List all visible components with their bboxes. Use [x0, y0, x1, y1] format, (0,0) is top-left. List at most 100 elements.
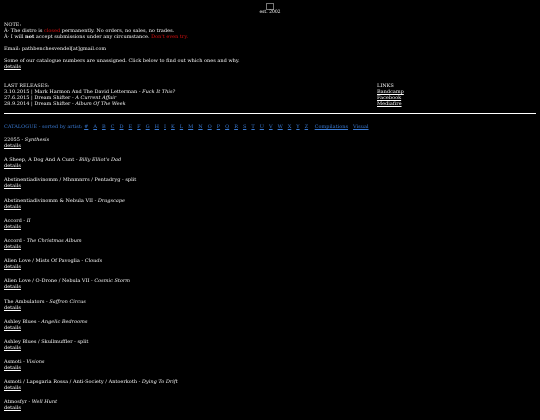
letter-links: # A B C D E F G H I K L M N O P Q R S T U V W X Y Z [84, 124, 313, 130]
entry-line: Ashley Blues / Skullmuffler - split [4, 339, 524, 345]
letter-link[interactable]: H [155, 124, 159, 130]
catalogue-entry: A Sheep, A Dog And A Cunt - Billy Elliot… [4, 157, 524, 177]
catalogue-entry: Ashley Blues - Angelic Bedrooms details [4, 319, 524, 339]
entry-details-link[interactable]: details [4, 284, 21, 290]
entry-title: Synthesis [24, 137, 50, 143]
catalogue-compilations-link[interactable]: Compilations [315, 124, 348, 130]
catalogue-entry: Abstinentiadivinomm & Nebula VII - Drags… [4, 198, 524, 218]
missing-details-link[interactable]: details [4, 64, 21, 70]
latest-item: 28.9.2014 | Dream Shifter - Album Of The… [4, 101, 364, 107]
entry-details-link[interactable]: details [4, 345, 21, 351]
letter-link[interactable]: M [188, 124, 193, 130]
extra-links: Compilations Visual [315, 124, 374, 130]
letter-link[interactable]: N [198, 124, 202, 130]
release-title: Fuck It This? [142, 89, 176, 95]
catalogue-entry: Asmoti / Lapsgaria Rossa / Anti-Society … [4, 379, 524, 399]
letter-link[interactable]: V [269, 124, 273, 130]
letter-link[interactable]: # [84, 124, 88, 130]
entry-details-link[interactable]: details [4, 244, 21, 250]
catalogue-entry: Asmoti - Visions details [4, 359, 524, 379]
catalogue-nav: CATALOGUE - sorted by artist: # A B C D E F G H I… [4, 124, 534, 130]
entry-title: Dying To Drift [141, 379, 178, 386]
latest-releases: LAST RELEASES: 3.10.2015 | Mark Harmon A… [4, 83, 364, 107]
letter-link[interactable]: U [260, 124, 264, 130]
catalogue-list: 22055 - Synthesis details A Sheep, A Dog A… [4, 137, 524, 420]
site-header: est. 2002 [0, 3, 540, 15]
release-artist: Dream Shifter - [34, 101, 76, 107]
letter-link[interactable]: A [93, 124, 97, 130]
divider [4, 113, 536, 114]
entry-details-link[interactable]: details [4, 305, 21, 311]
entry-details-link[interactable]: details [4, 224, 21, 230]
letter-link[interactable]: P [217, 124, 220, 130]
letter-link[interactable]: D [120, 124, 124, 130]
letter-link[interactable]: F [137, 124, 140, 130]
entry-line: Ashley Blues - Angelic Bedrooms [4, 319, 524, 325]
logo-image [266, 3, 274, 10]
established-text: est. 2002 [259, 10, 281, 15]
entry-title: Cosmic Storm [94, 278, 131, 285]
entry-details-link[interactable]: details [4, 385, 21, 391]
entry-line: 22055 - Synthesis [4, 137, 524, 143]
release-date: 28.9.2014 | [4, 101, 35, 107]
link-item: Mediafire [377, 101, 404, 107]
entry-details-link[interactable]: details [4, 365, 21, 371]
catalogue-entry: 22055 - Synthesis details [4, 137, 524, 157]
entry-details-link[interactable]: details [4, 405, 21, 411]
entry-artist: Abstinentiadivinomm / Mhnmnrrs / Pentadr… [4, 177, 126, 184]
entry-details-link[interactable]: details [4, 204, 21, 210]
entry-title: Saffron Circus [49, 298, 86, 305]
entry-details-link[interactable]: details [4, 264, 21, 270]
links-list: Bandcamp Facebook Mediafire [377, 89, 404, 107]
letter-link[interactable]: T [251, 124, 254, 130]
catalogue-entry: Accord - The Christmas Album details [4, 238, 524, 258]
entry-details-link[interactable]: details [4, 325, 21, 331]
entry-line: Accord - The Christmas Album [4, 238, 524, 244]
entry-title: Clouds [84, 258, 103, 265]
entry-line: A Sheep, A Dog And A Cunt - Billy Elliot… [4, 157, 524, 163]
catalogue-entry: Accord - II details [4, 218, 524, 238]
letter-link[interactable]: S [243, 124, 246, 130]
letter-link[interactable]: E [129, 124, 133, 130]
letter-link[interactable]: G [146, 124, 150, 130]
links-section: LINKS Bandcamp Facebook Mediafire [377, 83, 404, 107]
catalogue-entry: The Ambulators - Saffron Circus details [4, 299, 524, 319]
letter-link[interactable]: C [111, 124, 115, 130]
dont-try-text: Don't even try. [151, 34, 189, 40]
missing-numbers-text: Some of our catalogue numbers are unassi… [4, 58, 240, 64]
entry-title: II [26, 217, 31, 224]
entry-title: Billy Elliot's Dad [79, 157, 122, 164]
letter-link[interactable]: Q [225, 124, 229, 130]
catalogue-label: CATALOGUE - sorted by artist: [4, 124, 83, 130]
entry-artist: Asmoti / Lapsgaria Rossa / Anti-Society … [4, 379, 142, 386]
letter-link[interactable]: K [171, 124, 175, 130]
letter-link[interactable]: X [288, 124, 292, 130]
entry-line: The Ambulators - Saffron Circus [4, 299, 524, 305]
entry-title: split [77, 338, 89, 345]
link-mediafire[interactable]: Mediafire [377, 101, 402, 107]
catalogue-entry: Alien Love / O-Drone / Nebula VII - Cosm… [4, 278, 524, 298]
catalogue-visual-link[interactable]: Visual [353, 124, 369, 130]
letter-link[interactable]: B [102, 124, 106, 130]
entry-line: Abstinentiadivinomm & Nebula VII - Drags… [4, 198, 524, 204]
entry-line: Accord - II [4, 218, 524, 224]
entry-details-link[interactable]: details [4, 163, 21, 169]
entry-details-link[interactable]: details [4, 143, 21, 149]
letter-link[interactable]: I [164, 124, 166, 130]
entry-line: Asmoti / Lapsgaria Rossa / Anti-Society … [4, 379, 524, 385]
entry-line: Asmoti - Visions [4, 359, 524, 365]
letter-link[interactable]: Z [305, 124, 308, 130]
letter-link[interactable]: L [180, 124, 183, 130]
entry-line: Alien Love / O-Drone / Nebula VII - Cosm… [4, 278, 524, 284]
entry-details-link[interactable]: details [4, 183, 21, 189]
latest-list: 3.10.2015 | Mark Harmon And The David Le… [4, 89, 364, 107]
entry-title: Dragscape [97, 197, 125, 204]
letter-link[interactable]: O [208, 124, 212, 130]
not-text: not [25, 34, 35, 40]
letter-link[interactable]: Y [296, 124, 299, 130]
entry-title: The Christmas Album [26, 237, 82, 244]
entry-line: Alien Love / Mists Of Pavoglia - Clouds [4, 258, 524, 264]
letter-link[interactable]: W [278, 124, 283, 130]
letter-link[interactable]: R [234, 124, 238, 130]
entry-title: Angelic Bedrooms [41, 318, 88, 325]
